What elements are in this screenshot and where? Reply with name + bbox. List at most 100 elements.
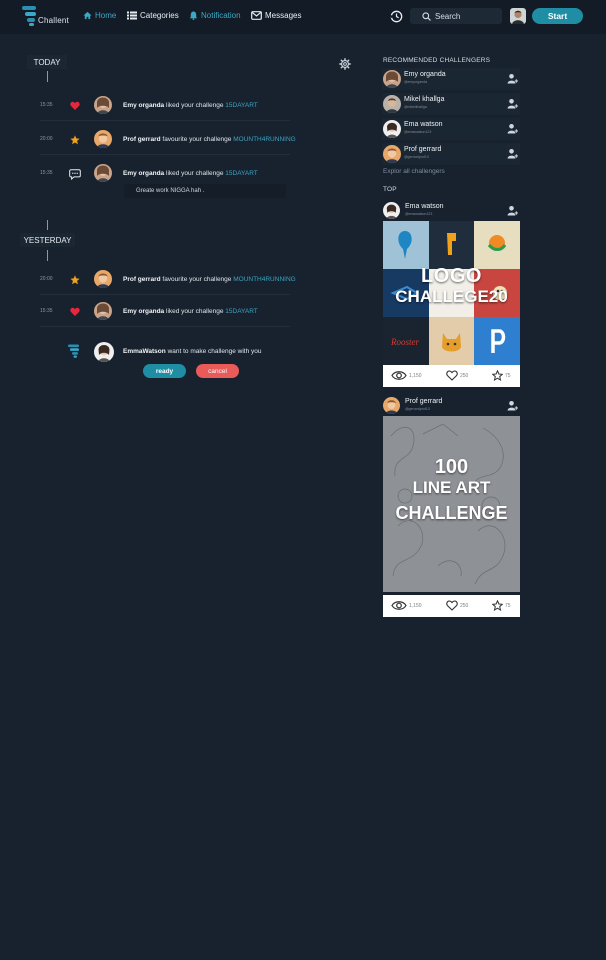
avatar[interactable] [383,70,401,88]
challenge-title-line1: LOGO [421,265,482,287]
views-stat[interactable]: 1,150 [391,600,422,611]
avatar[interactable] [94,130,112,148]
start-button[interactable]: Start [532,8,583,24]
add-user-icon[interactable] [507,205,518,216]
settings-gear-icon[interactable] [339,58,351,70]
challenge-tag-link[interactable]: 15DAYART [225,308,258,315]
add-user-icon[interactable] [507,148,518,159]
eye-icon [391,371,407,380]
challenge-image[interactable]: 100 LINE ART CHALLENGE [383,416,520,592]
nav-notification[interactable]: Notification [189,11,241,20]
views-stat[interactable]: 1,150 [391,370,422,381]
challenge-image[interactable]: Rooster LOGO CHALLEGE20 [383,221,520,365]
card-author-handle: @emawatson123 [405,212,433,216]
challenger-name[interactable]: Emy organda [404,71,446,78]
ready-button[interactable]: ready [143,364,186,378]
brand-logo[interactable]: Challent [22,5,72,29]
challenge-tag-link[interactable]: 15DAYART [225,102,258,109]
challenger-name[interactable]: Mikel khallga [404,96,444,103]
stars-stat[interactable]: 75 [492,370,511,381]
notification-user[interactable]: Emy organda [123,170,164,177]
heart-outline-icon [446,600,458,611]
avatar[interactable] [383,202,400,219]
avatar[interactable] [94,342,114,362]
nav-home[interactable]: Home [83,11,116,20]
challenge-card[interactable]: Prof gerrard @gerrardprof13 100 LINE ART… [383,395,520,617]
challenge-title-line3: CHALLENGE [395,503,508,523]
search-box[interactable]: Search [410,8,502,24]
notification-user[interactable]: Prof gerrard [123,136,161,143]
avatar[interactable] [383,145,401,163]
add-user-icon[interactable] [507,98,518,109]
avatar[interactable] [383,120,401,138]
star-outline-icon [492,600,503,611]
likes-stat[interactable]: 250 [446,370,468,381]
challenger-item[interactable]: Emy organda @emyorganda [382,68,520,90]
notification-row[interactable]: 15:35 Emy organda liked your challenge 1… [40,164,340,184]
comment-icon [69,169,81,180]
avatar[interactable] [94,270,112,288]
notification-user[interactable]: Emy organda [123,308,164,315]
user-avatar[interactable] [510,8,526,24]
challenger-item[interactable]: Mikel khallga @mikelkhallga [382,93,520,115]
history-icon[interactable] [390,10,403,23]
notification-row[interactable]: 15:35 Emy organda liked your challenge 1… [40,96,340,121]
top-navbar: Challent Home Categories Notification Me… [0,0,606,34]
brand-name: Challent [38,16,69,25]
row-divider [40,326,290,327]
explore-all-challengers-link[interactable]: Explor all challengers [383,168,445,175]
notification-user[interactable]: Prof gerrard [123,276,161,283]
add-user-icon[interactable] [507,400,518,411]
avatar[interactable] [94,302,112,320]
brand-logo-icon [22,6,36,26]
challenge-card[interactable]: Ema watson @emawatson123 Rooster LOGO CH… [383,200,520,387]
challenger-item[interactable]: Prof gerrard @gerrardprof13 [382,143,520,165]
notification-row[interactable]: 20:00 Prof gerrard favourite your challe… [40,130,340,155]
likes-count: 250 [460,372,469,379]
cancel-button[interactable]: cancel [196,364,239,378]
svg-text:Rooster: Rooster [390,337,419,347]
notification-row[interactable]: 20:00 Prof gerrard favourite your challe… [40,270,340,295]
challenger-handle: @gerrardprof13 [404,155,429,159]
star-icon [70,275,80,285]
notification-text: Prof gerrard favourite your challenge MO… [123,136,296,143]
star-icon [70,135,80,145]
notification-text: Prof gerrard favourite your challenge MO… [123,276,296,283]
request-user[interactable]: EmmaWatson [123,348,166,355]
card-author-handle: @gerrardprof13 [405,407,430,411]
card-author-name[interactable]: Ema watson [405,203,444,210]
challenger-name[interactable]: Prof gerrard [404,146,441,153]
nav-categories[interactable]: Categories [127,11,179,20]
search-placeholder: Search [435,11,461,21]
stars-stat[interactable]: 75 [492,600,511,611]
notification-time: 20:00 [40,136,53,142]
challenge-tag-link[interactable]: MOUNTH4RUNNING [233,276,295,283]
add-user-icon[interactable] [507,73,518,84]
avatar[interactable] [94,164,112,182]
challenger-name[interactable]: Ema watson [404,121,443,128]
timeline-line [47,71,48,82]
card-author-name[interactable]: Prof gerrard [405,398,442,405]
nav-messages[interactable]: Messages [251,11,301,20]
today-label: TODAY [27,55,67,69]
challenge-title: LOGO CHALLEGE20 [383,265,520,307]
notification-row[interactable]: 15:35 Emy organda liked your challenge 1… [40,302,340,327]
notification-action: favourite your challenge [162,136,232,143]
challenge-title-line2: CHALLEGE20 [395,287,508,306]
challenge-tag-link[interactable]: MOUNTH4RUNNING [233,136,295,143]
avatar[interactable] [383,95,401,113]
likes-stat[interactable]: 250 [446,600,468,611]
logo-tile [474,221,520,269]
challenger-item[interactable]: Ema watson @emawatson123 [382,118,520,140]
avatar[interactable] [383,397,400,414]
logo-tile [428,221,475,269]
yesterday-label: YESTERDAY [20,233,75,247]
home-icon [83,11,92,20]
notification-user[interactable]: Emy organda [123,102,164,109]
add-user-icon[interactable] [507,123,518,134]
challenge-tag-link[interactable]: 15DAYART [225,170,258,177]
bell-icon [189,11,198,20]
nav-messages-label: Messages [265,11,302,20]
avatar[interactable] [94,96,112,114]
notification-action: favourite your challenge [162,276,232,283]
